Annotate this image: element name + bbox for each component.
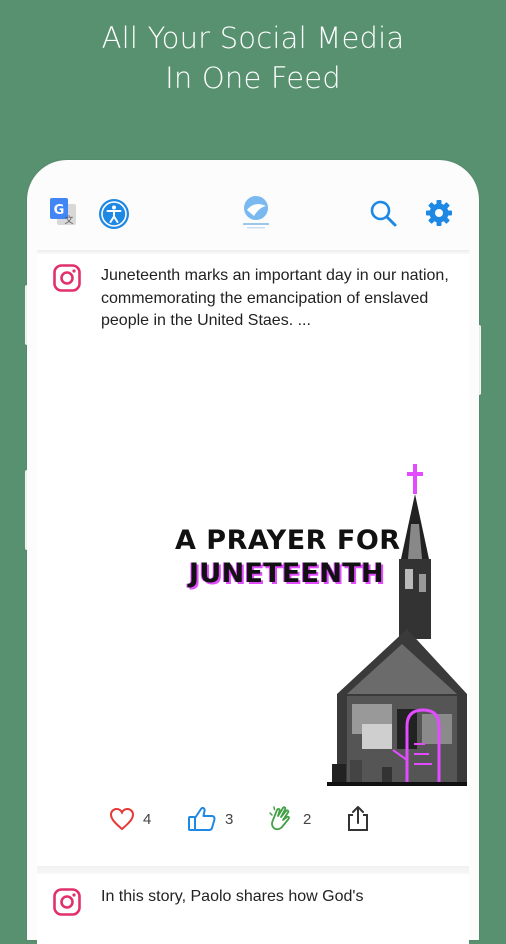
instagram-icon — [53, 264, 81, 292]
share-icon — [348, 806, 368, 831]
post-actions: 4 3 2 — [37, 804, 469, 844]
image-title-line-1: A PRAYER FOR — [175, 525, 401, 556]
search-icon[interactable] — [368, 198, 398, 228]
accessibility-icon[interactable] — [98, 198, 130, 230]
phone-frame: G 文 Juneteenth marks an important day in… — [27, 160, 479, 944]
post-text: Juneteenth marks an important day in our… — [101, 267, 449, 329]
image-title-line-2: JUNETEENTH — [189, 558, 384, 589]
app-logo[interactable] — [235, 194, 277, 230]
promo-headline: All Your Social Media In One Feed — [0, 18, 506, 98]
thumbs-up-icon — [188, 806, 216, 831]
svg-text:文: 文 — [64, 214, 73, 226]
settings-gear-icon[interactable] — [424, 198, 454, 228]
clap-icon — [269, 806, 290, 831]
heart-icon — [109, 807, 135, 831]
promo-line-2: In One Feed — [165, 61, 341, 95]
svg-text:G: G — [54, 203, 65, 218]
share-button[interactable] — [345, 804, 371, 834]
promo-line-1: All Your Social Media — [101, 21, 405, 55]
clap-reaction-button[interactable]: 2 — [267, 804, 311, 834]
translate-icon[interactable]: G 文 — [48, 197, 78, 227]
post-text: In this story, Paolo shares how God's — [101, 888, 364, 905]
church-illustration — [327, 464, 467, 786]
like-reaction-button[interactable]: 3 — [187, 804, 233, 834]
app-toolbar: G 文 — [27, 160, 479, 250]
feed-post[interactable]: Juneteenth marks an important day in our… — [37, 254, 469, 866]
like-count: 3 — [225, 810, 234, 828]
clap-count: 2 — [303, 810, 312, 828]
love-reaction-button[interactable]: 4 — [109, 804, 151, 834]
post-image[interactable]: A PRAYER FOR JUNETEENTH — [167, 464, 467, 794]
feed-post[interactable]: In this story, Paolo shares how God's — [37, 874, 469, 944]
instagram-icon — [53, 888, 81, 916]
love-count: 4 — [143, 810, 152, 828]
post-separator — [37, 866, 469, 874]
